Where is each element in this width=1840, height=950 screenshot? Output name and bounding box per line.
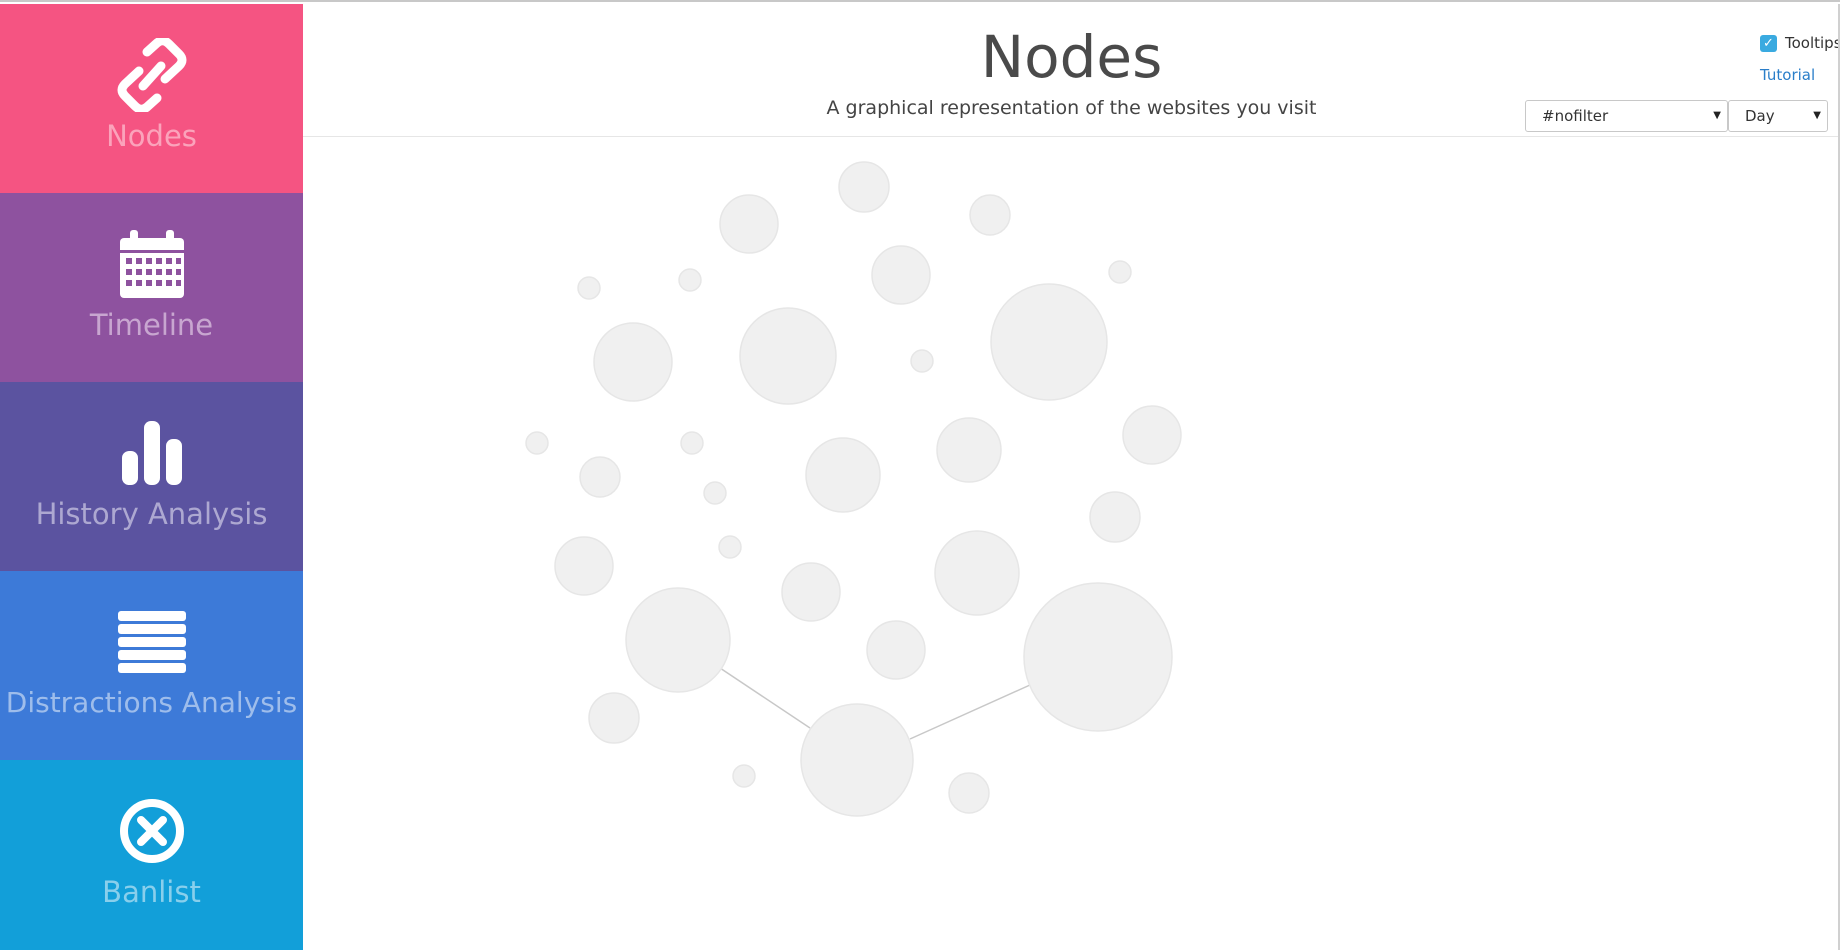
graph-node[interactable] [732, 764, 756, 788]
graph-node[interactable] [990, 283, 1108, 401]
sidebar-item-banlist[interactable]: Banlist [0, 760, 303, 950]
graph-node[interactable] [1108, 260, 1132, 284]
sidebar-item-history-analysis[interactable]: History Analysis [0, 382, 303, 571]
calendar-icon [0, 219, 303, 309]
graph-node[interactable] [678, 268, 702, 292]
sidebar-item-timeline[interactable]: Timeline [0, 193, 303, 382]
close-circle-icon [0, 786, 303, 876]
graph-node[interactable] [577, 276, 601, 300]
sidebar-item-nodes[interactable]: Nodes [0, 4, 303, 193]
graph-node[interactable] [781, 562, 841, 622]
graph-node[interactable] [588, 692, 640, 744]
link-icon [0, 30, 303, 120]
graph-node[interactable] [871, 245, 931, 305]
sidebar-item-distractions-analysis[interactable]: Distractions Analysis [0, 571, 303, 760]
graph-node[interactable] [866, 620, 926, 680]
graph-node[interactable] [838, 161, 890, 213]
graph-node[interactable] [948, 772, 990, 814]
sidebar-item-label: History Analysis [35, 497, 268, 531]
graph-link [909, 684, 1031, 740]
graph-node[interactable] [1089, 491, 1141, 543]
graph-node[interactable] [969, 194, 1011, 236]
graph-node[interactable] [680, 431, 704, 455]
graph-node[interactable] [934, 530, 1020, 616]
bar-chart-icon [0, 408, 303, 498]
graph-node[interactable] [1023, 582, 1173, 732]
graph-node[interactable] [525, 431, 549, 455]
graph-node[interactable] [936, 417, 1002, 483]
graph-node[interactable] [593, 322, 673, 402]
graph-node[interactable] [703, 481, 727, 505]
list-icon [0, 597, 303, 687]
app-window: Nodes Timeline History Analysis Distract… [0, 0, 1840, 950]
graph-node[interactable] [579, 456, 621, 498]
sidebar-item-label: Banlist [102, 875, 201, 909]
graph-node[interactable] [910, 349, 934, 373]
main-content: Nodes A graphical representation of the … [303, 4, 1840, 948]
graph-node[interactable] [800, 703, 914, 817]
sidebar-item-label: Timeline [89, 308, 214, 342]
sidebar: Nodes Timeline History Analysis Distract… [0, 4, 303, 950]
graph-node[interactable] [805, 437, 881, 513]
graph-node[interactable] [719, 194, 779, 254]
graph-node[interactable] [554, 536, 614, 596]
node-graph[interactable] [303, 4, 1840, 950]
sidebar-item-label: Nodes [106, 119, 197, 153]
graph-node[interactable] [739, 307, 837, 405]
graph-node[interactable] [625, 587, 731, 693]
graph-node[interactable] [1122, 405, 1182, 465]
sidebar-item-label: Distractions Analysis [5, 686, 298, 719]
graph-node[interactable] [718, 535, 742, 559]
